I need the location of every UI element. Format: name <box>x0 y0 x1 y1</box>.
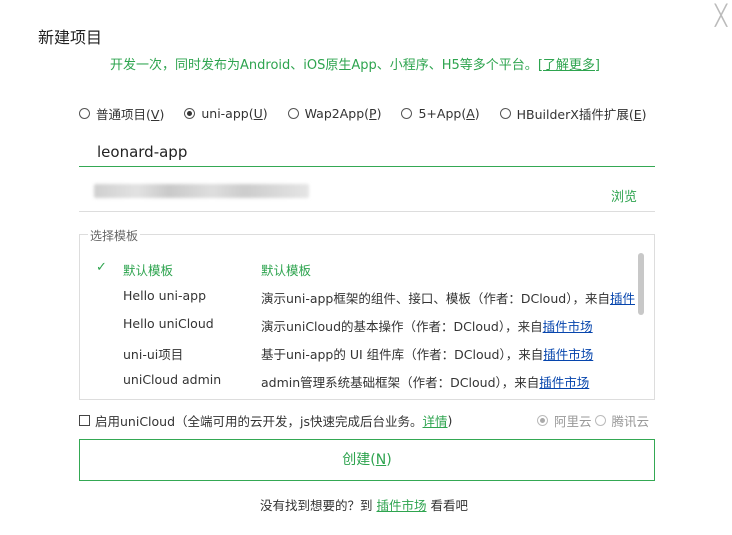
provider-aliyun[interactable]: 阿里云 <box>537 411 592 430</box>
provider-label-aliyun: 阿里云 <box>554 414 592 429</box>
template-name: uniCloud admin <box>123 372 222 387</box>
type-label-wap2app: Wap2App(P) <box>304 106 382 121</box>
footer-hint: 没有找到想要的？到 插件市场 看看吧 <box>260 498 468 513</box>
type-label-plugin: HBuilderX插件扩展(E) <box>516 107 647 122</box>
plugin-market-link[interactable]: 插件市场 <box>543 347 593 362</box>
template-desc: admin管理系统基础框架（作者：DCloud），来自插件市场 <box>261 375 590 390</box>
browse-button[interactable]: 浏览 <box>611 186 637 205</box>
template-name: uni-ui项目 <box>123 347 184 362</box>
template-desc: 演示uni-app框架的组件、接口、模板（作者：DCloud），来自插件 <box>261 291 635 306</box>
template-item-hello-unicloud[interactable]: Hello uniCloud 演示uniCloud的基本操作（作者：DCloud… <box>80 316 636 338</box>
provider-tencent[interactable]: 腾讯云 <box>594 411 650 430</box>
location-row: 浏览 <box>79 172 655 212</box>
provider-label-tencent: 腾讯云 <box>611 414 650 429</box>
plugin-market-link[interactable]: 插件市场 <box>539 375 589 390</box>
plugin-market-link[interactable]: 插件市场 <box>543 319 593 334</box>
project-type-normal[interactable]: 普通项目(V) <box>79 104 164 123</box>
unicloud-option: 启用uniCloud（全端可用的云开发，js快速完成后台业务。 详情) <box>79 411 452 430</box>
type-label-5plusapp: 5+App(A) <box>418 106 480 121</box>
unicloud-label-end: ) <box>447 413 453 428</box>
radio-uniapp[interactable] <box>184 108 196 119</box>
project-type-5plusapp[interactable]: 5+App(A) <box>401 104 480 123</box>
template-name: Hello uniCloud <box>123 316 214 331</box>
cloud-provider-group: 阿里云 腾讯云 <box>534 411 649 430</box>
project-name-input[interactable] <box>79 137 655 167</box>
dialog-subtitle: 开发一次，同时发布为Android、iOS原生App、小程序、H5等多个平台。[… <box>110 54 600 73</box>
dialog-title: 新建项目 <box>38 28 103 47</box>
template-desc: 演示uniCloud的基本操作（作者：DCloud），来自插件市场 <box>261 319 593 334</box>
unicloud-checkbox[interactable] <box>79 415 90 426</box>
project-type-group: 普通项目(V) uni-app(U) Wap2App(P) 5+App(A) H… <box>79 104 669 123</box>
template-legend: 选择模板 <box>88 227 141 244</box>
project-type-uniapp[interactable]: uni-app(U) <box>184 104 268 123</box>
plugin-market-link[interactable]: 插件 <box>610 291 635 306</box>
radio-5plusapp[interactable] <box>401 108 413 119</box>
template-item-unicloud-admin[interactable]: uniCloud admin admin管理系统基础框架（作者：DCloud），… <box>80 372 636 394</box>
radio-wap2app[interactable] <box>287 108 299 119</box>
template-item-uniui[interactable]: uni-ui项目 基于uni-app的 UI 组件库（作者：DCloud），来自… <box>80 344 636 366</box>
project-type-wap2app[interactable]: Wap2App(P) <box>287 104 382 123</box>
unicloud-detail-link[interactable]: 详情 <box>423 411 448 430</box>
footer-plugin-market-link[interactable]: 插件市场 <box>376 498 426 513</box>
check-icon: ✓ <box>96 260 107 275</box>
location-path-input[interactable] <box>94 184 309 198</box>
radio-aliyun[interactable] <box>537 415 548 426</box>
template-group: 选择模板 ✓ 默认模板 默认模板 Hello uni-app 演示uni-app… <box>79 227 655 400</box>
type-label-normal: 普通项目(V) <box>96 107 165 122</box>
type-label-uniapp: uni-app(U) <box>201 106 268 121</box>
template-item-hello-uniapp[interactable]: Hello uni-app 演示uni-app框架的组件、接口、模板（作者：DC… <box>80 288 636 310</box>
radio-tencent[interactable] <box>594 415 606 426</box>
project-type-plugin[interactable]: HBuilderX插件扩展(E) <box>499 104 647 123</box>
close-icon[interactable]: ╳ <box>712 5 730 25</box>
template-name: Hello uni-app <box>123 288 207 303</box>
template-name: 默认模板 <box>123 263 174 278</box>
radio-normal[interactable] <box>79 108 90 119</box>
template-desc: 默认模板 <box>261 263 312 278</box>
unicloud-label: 启用uniCloud（全端可用的云开发，js快速完成后台业务。 <box>95 414 423 429</box>
template-desc: 基于uni-app的 UI 组件库（作者：DCloud），来自插件市场 <box>261 347 594 362</box>
learn-more-link[interactable]: [了解更多] <box>538 58 600 73</box>
radio-plugin[interactable] <box>499 108 511 119</box>
template-scrollbar[interactable] <box>638 253 644 315</box>
create-button[interactable]: 创建(N) <box>79 439 655 481</box>
subtitle-text: 开发一次，同时发布为Android、iOS原生App、小程序、H5等多个平台。 <box>110 58 538 73</box>
template-item-default[interactable]: ✓ 默认模板 默认模板 <box>80 260 636 282</box>
